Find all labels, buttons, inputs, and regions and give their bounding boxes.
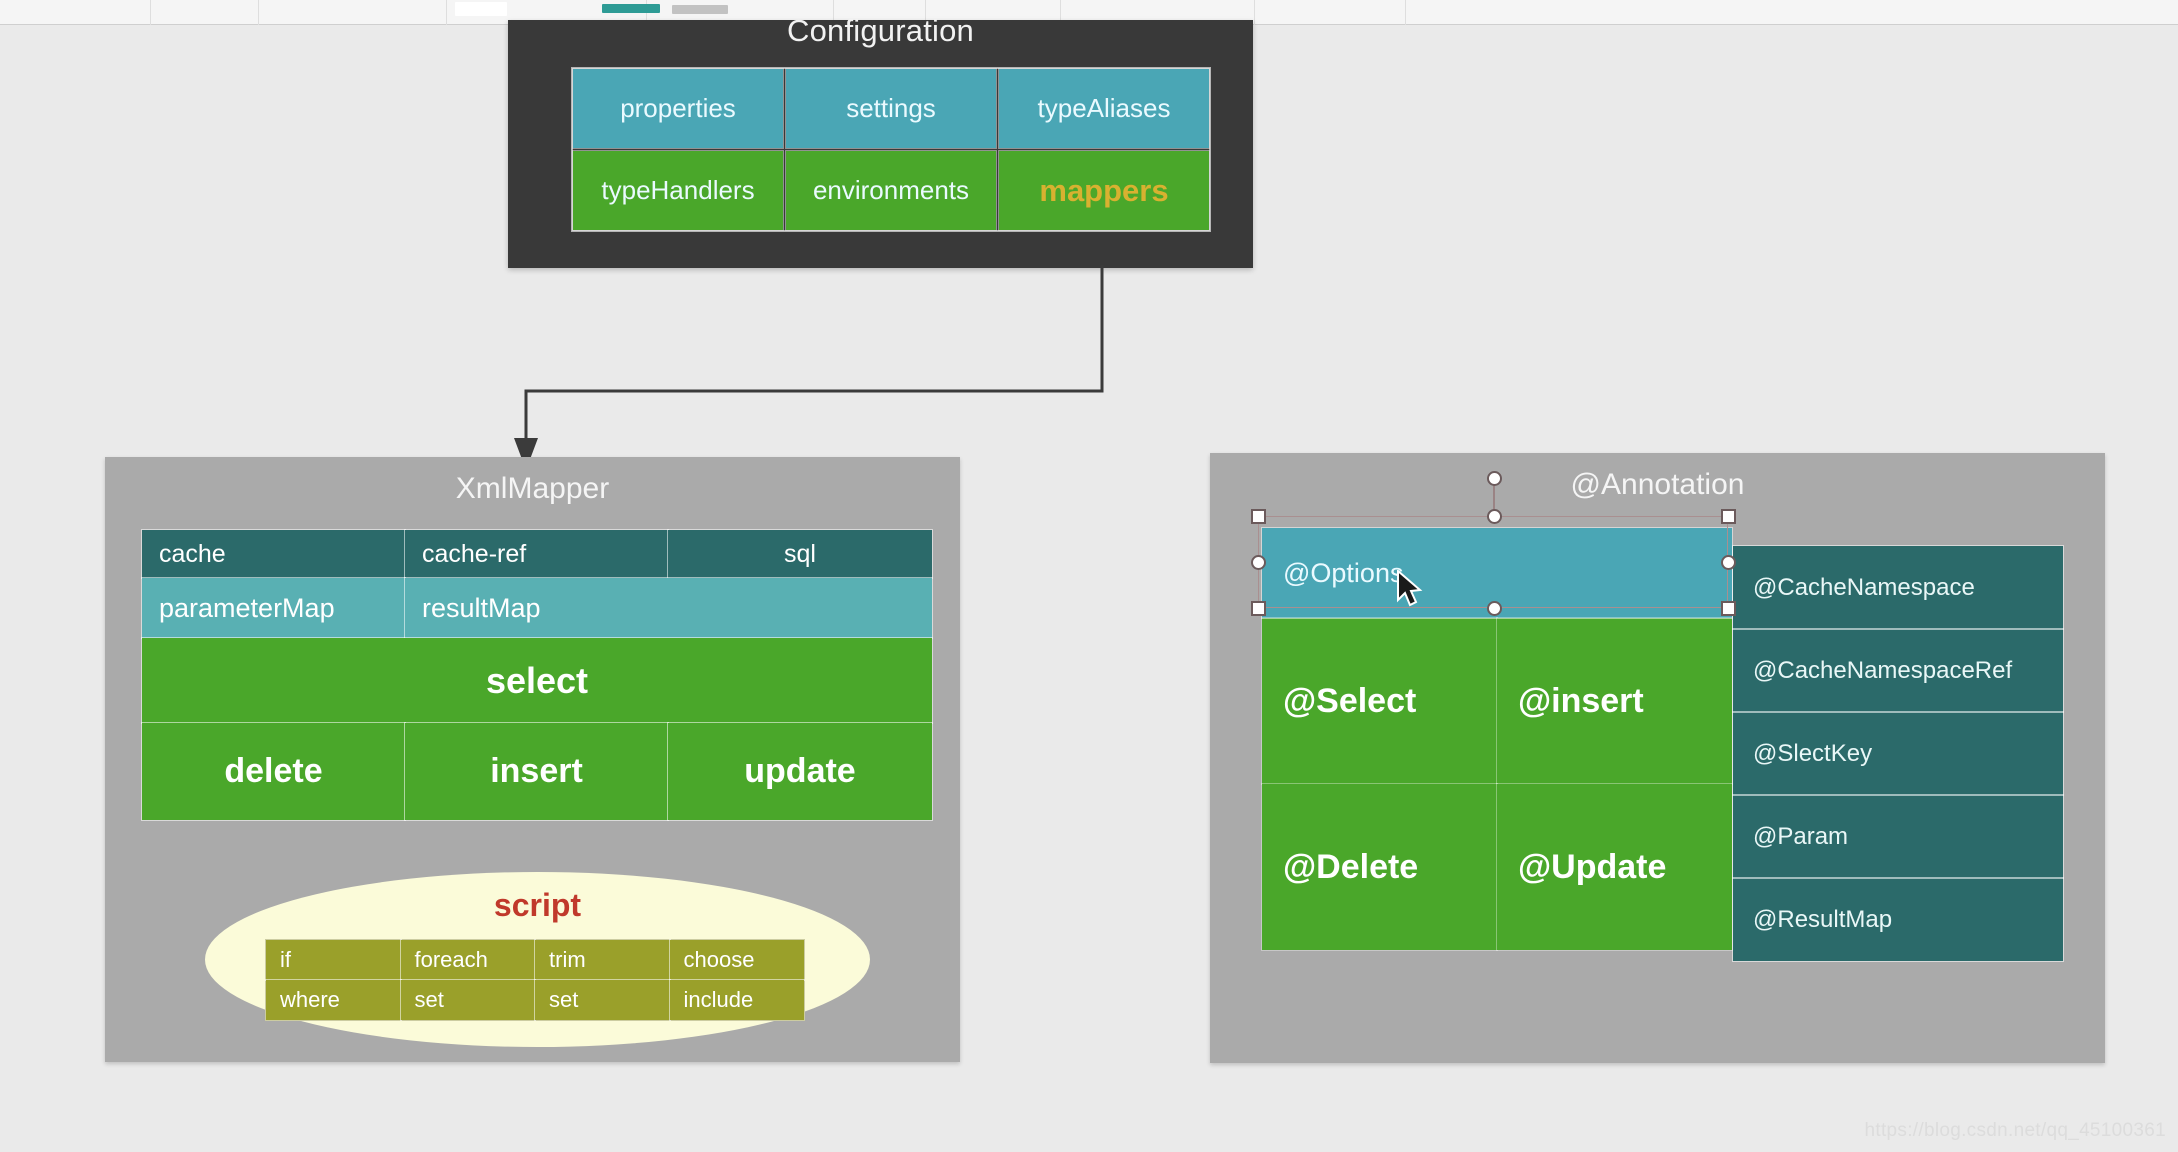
toolbar-separator [446,0,447,25]
selection-handle-top-right[interactable] [1721,509,1736,524]
xml-cell-cache[interactable]: cache [141,529,406,579]
config-cell-environments[interactable]: environments [785,150,997,231]
selection-handle-middle-left[interactable] [1251,555,1266,570]
selection-handle-bottom-right[interactable] [1721,601,1736,616]
toolbar-button-blank[interactable] [455,2,507,16]
config-cell-settings[interactable]: settings [785,68,997,149]
config-cell-mappers[interactable]: mappers [998,150,1210,231]
connector-arrow [514,265,1104,470]
annotation-cell-param[interactable]: @Param [1732,794,2064,879]
rotation-handle[interactable] [1487,471,1502,486]
mouse-cursor-icon [1397,570,1423,607]
selection-handle-top-left[interactable] [1251,509,1266,524]
script-cell-set-2[interactable]: set [534,979,671,1021]
annotation-cell-delete[interactable]: @Delete [1261,783,1498,951]
configuration-title: Configuration [787,13,974,48]
toolbar-separator [1405,0,1406,25]
xmlmapper-row: delete insert update [141,722,933,821]
script-table: if foreach trim choose where set set inc… [265,939,805,1021]
annotation-crud-grid: @Select @insert @Delete @Update [1261,617,1733,951]
script-cell-if[interactable]: if [265,939,402,981]
script-row: where set set include [265,979,805,1021]
toolbar-separator [1254,0,1255,25]
script-cell-include[interactable]: include [668,979,805,1021]
xml-cell-insert[interactable]: insert [404,722,669,821]
xml-cell-delete[interactable]: delete [141,722,406,821]
watermark-text: https://blog.csdn.net/qq_45100361 [1864,1120,2166,1141]
xml-cell-parametermap[interactable]: parameterMap [141,577,406,639]
script-ellipse[interactable]: script if foreach trim choose where set … [205,872,870,1047]
config-cell-typealiases[interactable]: typeAliases [998,68,1210,149]
selection-handle-middle-right[interactable] [1721,555,1736,570]
annotation-left-group: @Options @Select @insert @Delete @Update [1261,527,1733,951]
annotation-cell-cachenamespace[interactable]: @CacheNamespace [1732,545,2064,630]
xmlmapper-row: select [141,637,933,724]
annotation-cell-insert[interactable]: @insert [1496,617,1733,785]
script-row: if foreach trim choose [265,939,805,981]
script-cell-trim[interactable]: trim [534,939,671,981]
annotation-cell-select[interactable]: @Select [1261,617,1498,785]
annotation-cell-slectkey[interactable]: @SlectKey [1732,711,2064,796]
toolbar-separator [258,0,259,25]
fill-color-swatch[interactable] [602,4,660,13]
selection-handle-top-center[interactable] [1487,509,1502,524]
script-cell-foreach[interactable]: foreach [399,939,536,981]
selection-handle-bottom-center[interactable] [1487,601,1502,616]
annotation-right-column: @CacheNamespace @CacheNamespaceRef @Slec… [1732,545,2064,962]
xml-cell-select[interactable]: select [141,637,933,724]
annotation-title: @Annotation [1570,468,1745,501]
xml-cell-cache-ref[interactable]: cache-ref [404,529,669,579]
annotation-cell-update[interactable]: @Update [1496,783,1733,951]
selection-handle-bottom-left[interactable] [1251,601,1266,616]
annotation-cell-cachenamespaceref[interactable]: @CacheNamespaceRef [1732,628,2064,713]
diagram-canvas: Configuration properties settings typeAl… [0,0,2178,1152]
xmlmapper-table: cache cache-ref sql parameterMap resultM… [141,529,933,821]
config-cell-properties[interactable]: properties [572,68,784,149]
xmlmapper-row: parameterMap resultMap [141,577,933,639]
script-label: script [493,887,582,923]
xmlmapper-row: cache cache-ref sql [141,529,933,579]
xmlmapper-title: XmlMapper [455,472,610,505]
script-cell-choose[interactable]: choose [668,939,805,981]
xml-cell-resultmap[interactable]: resultMap [404,577,933,639]
configuration-grid: properties settings typeAliases typeHand… [571,67,1211,232]
script-cell-set-1[interactable]: set [399,979,536,1021]
script-cell-where[interactable]: where [265,979,402,1021]
annotation-panel[interactable]: @Annotation @Options @Select @insert @De… [1210,453,2105,1063]
xml-cell-sql[interactable]: sql [667,529,933,579]
xml-cell-update[interactable]: update [667,722,933,821]
configuration-panel[interactable]: Configuration properties settings typeAl… [508,13,1253,268]
config-cell-typehandlers[interactable]: typeHandlers [572,150,784,231]
annotation-cell-resultmap[interactable]: @ResultMap [1732,877,2064,962]
toolbar-separator [150,0,151,25]
